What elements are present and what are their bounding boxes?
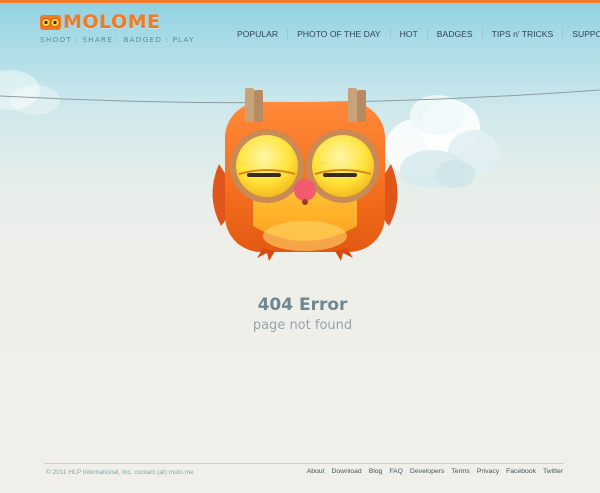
main-nav: POPULAR PHOTO OF THE DAY HOT BADGES TIPS… <box>228 28 600 39</box>
footer-divider <box>44 463 564 464</box>
error-title: 404 Error <box>257 295 348 315</box>
footer-link-terms[interactable]: Terms <box>451 468 470 475</box>
footer-link-faq[interactable]: FAQ <box>389 468 403 475</box>
nav-item-support[interactable]: SUPPORT <box>563 29 600 39</box>
footer-link-download[interactable]: Download <box>331 468 361 475</box>
brand-name: MOLOME <box>63 11 161 33</box>
footer-link-about[interactable]: About <box>307 468 325 475</box>
nav-item-popular[interactable]: POPULAR <box>228 29 287 39</box>
nav-item-badges[interactable]: BADGES <box>428 29 482 39</box>
logo[interactable]: MOLOME SHOOT : SHARE : BADGED : PLAY <box>40 13 195 44</box>
footer-link-blog[interactable]: Blog <box>369 468 383 475</box>
nav-item-tips-n-tricks[interactable]: TIPS n' TRICKS <box>483 29 563 39</box>
footer-link-privacy[interactable]: Privacy <box>477 468 499 475</box>
brand-tagline: SHOOT : SHARE : BADGED : PLAY <box>40 35 195 44</box>
footer-link-twitter[interactable]: Twitter <box>543 468 563 475</box>
footer-links: About Download Blog FAQ Developers Terms… <box>300 468 563 475</box>
nav-item-photo-of-the-day[interactable]: PHOTO OF THE DAY <box>288 29 390 39</box>
footer-link-facebook[interactable]: Facebook <box>506 468 536 475</box>
copyright-text: © 2011 HLP International, Inc. contact (… <box>46 469 194 476</box>
footer-link-developers[interactable]: Developers <box>410 468 444 475</box>
error-subtitle: page not found <box>252 318 353 333</box>
nav-item-hot[interactable]: HOT <box>391 29 427 39</box>
sleepy-owl-illustration <box>212 88 398 261</box>
owl-logo-icon <box>40 15 61 30</box>
